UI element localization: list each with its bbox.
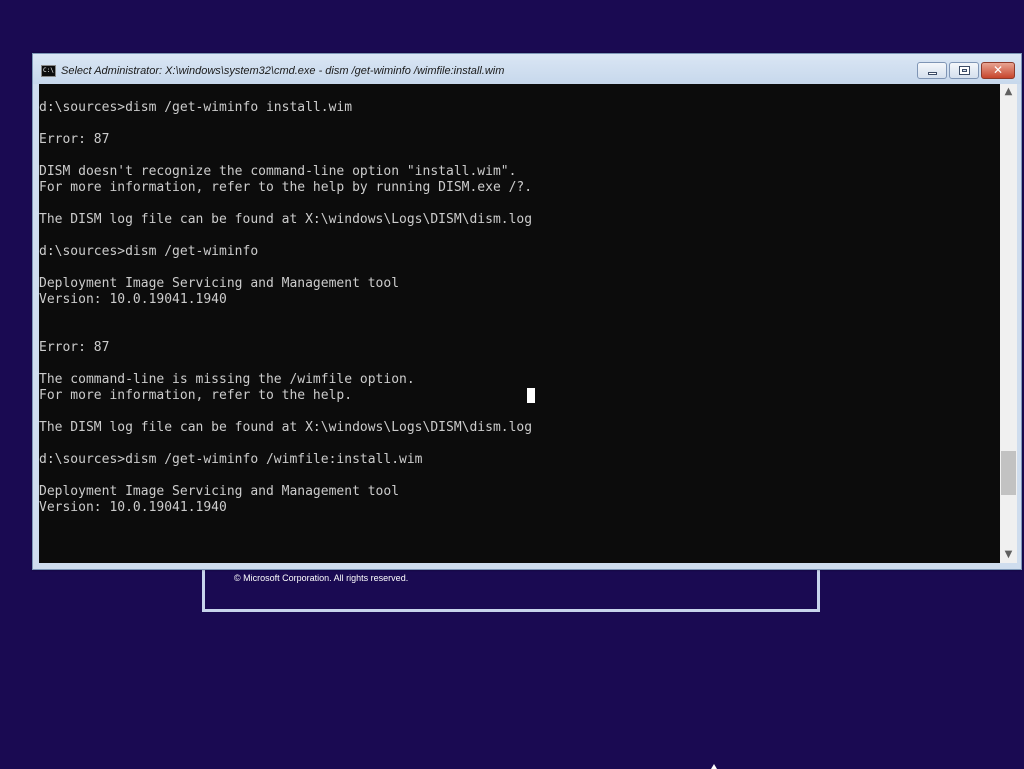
console-line: Version: 10.0.19041.1940 (39, 500, 227, 515)
close-icon: ✕ (992, 63, 1004, 77)
vertical-scrollbar[interactable]: ▲ ▼ (1000, 84, 1017, 563)
maximize-button[interactable] (949, 62, 979, 79)
console-line: d:\sources>dism /get-wiminfo (39, 244, 259, 259)
console-line: Deployment Image Servicing and Managemen… (39, 276, 400, 291)
console-line: The DISM log file can be found at X:\win… (39, 212, 533, 227)
console-line: Version: 10.0.19041.1940 (39, 292, 227, 307)
console-line: Error: 87 (39, 132, 110, 147)
minimize-icon (928, 72, 937, 75)
minimize-button[interactable] (917, 62, 947, 79)
scroll-down-arrow-icon[interactable]: ▼ (1000, 547, 1017, 563)
window-title: Select Administrator: X:\windows\system3… (61, 65, 505, 77)
caption-buttons: ✕ (917, 62, 1015, 79)
text-cursor (527, 388, 535, 403)
mouse-pointer-icon (711, 764, 717, 769)
desktop-background: © Microsoft Corporation. All rights rese… (0, 0, 1024, 769)
cmd-app-icon[interactable]: C:\ (41, 65, 56, 77)
restore-icon (959, 66, 970, 75)
close-button[interactable]: ✕ (981, 62, 1015, 79)
console-line: The DISM log file can be found at X:\win… (39, 420, 533, 435)
console-line: d:\sources>dism /get-wiminfo install.wim (39, 100, 353, 115)
console-titlebar[interactable]: C:\ Select Administrator: X:\windows\sys… (33, 54, 1021, 84)
console-line: The command-line is missing the /wimfile… (39, 372, 415, 387)
console-line: Deployment Image Servicing and Managemen… (39, 484, 400, 499)
console-line: For more information, refer to the help. (39, 388, 353, 403)
console-line: DISM doesn't recognize the command-line … (39, 164, 517, 179)
scroll-up-arrow-icon[interactable]: ▲ (1000, 84, 1017, 100)
console-output[interactable]: d:\sources>dism /get-wiminfo install.wim… (39, 84, 1000, 563)
console-line: For more information, refer to the help … (39, 180, 533, 195)
console-lines: d:\sources>dism /get-wiminfo install.wim… (39, 100, 532, 516)
setup-copyright-text: © Microsoft Corporation. All rights rese… (234, 573, 409, 583)
console-line: d:\sources>dism /get-wiminfo /wimfile:in… (39, 452, 423, 467)
console-window[interactable]: C:\ Select Administrator: X:\windows\sys… (32, 53, 1022, 570)
console-line: Error: 87 (39, 340, 110, 355)
scroll-thumb[interactable] (1001, 451, 1016, 495)
